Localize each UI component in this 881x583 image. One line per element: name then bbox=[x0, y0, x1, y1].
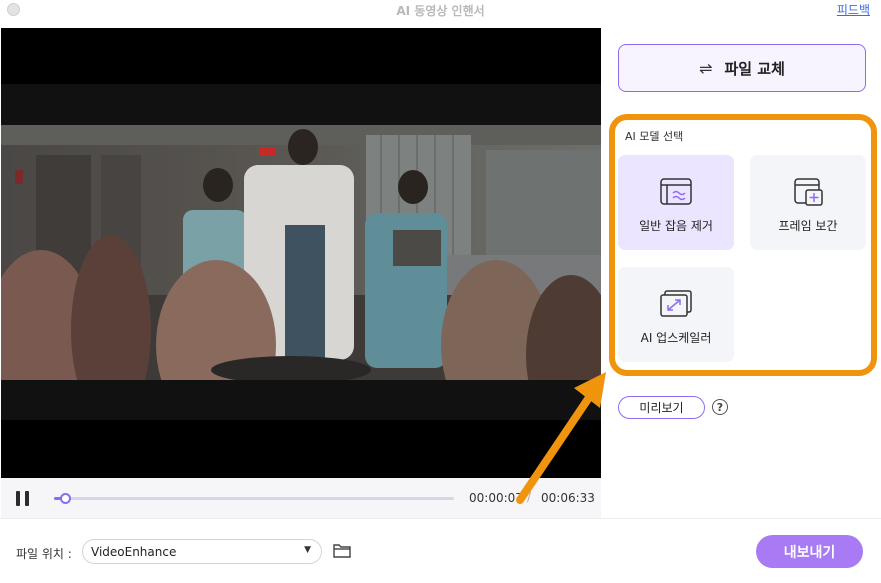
model-card-label: 프레임 보간 bbox=[778, 219, 838, 233]
upscale-icon bbox=[660, 290, 692, 317]
model-card-label: AI 업스케일러 bbox=[640, 331, 712, 345]
folder-icon[interactable] bbox=[333, 543, 351, 558]
file-location-value: VideoEnhance bbox=[91, 545, 177, 559]
letterbox-top bbox=[1, 84, 601, 125]
video-viewport[interactable] bbox=[1, 28, 601, 478]
feedback-link[interactable]: 피드백 bbox=[837, 1, 870, 18]
playback-controls: 00:00:07 / 00:06:33 bbox=[1, 478, 601, 518]
total-time: 00:06:33 bbox=[541, 491, 595, 505]
ai-model-section: AI 모델 선택 일반 잡음 제거 프레임 보간 AI 업스케일러 bbox=[609, 114, 877, 376]
model-card-denoise[interactable]: 일반 잡음 제거 bbox=[618, 155, 734, 250]
file-location-label: 파일 위치 : bbox=[16, 547, 72, 561]
model-card-frame-interpolation[interactable]: 프레임 보간 bbox=[750, 155, 866, 250]
replace-file-button[interactable]: ⇌ 파일 교체 bbox=[618, 44, 866, 92]
pause-button[interactable] bbox=[15, 491, 31, 506]
preview-button[interactable]: 미리보기 bbox=[618, 396, 705, 419]
title-bar: AI 동영상 인핸서 피드백 bbox=[0, 0, 881, 20]
ai-model-section-title: AI 모델 선택 bbox=[625, 130, 684, 143]
model-card-label: 일반 잡음 제거 bbox=[639, 219, 713, 233]
swap-icon: ⇌ bbox=[699, 58, 713, 78]
chevron-down-icon: ▼ bbox=[304, 545, 311, 555]
denoise-icon bbox=[660, 178, 692, 205]
seek-bar-handle[interactable] bbox=[60, 493, 72, 504]
model-card-upscaler[interactable]: AI 업스케일러 bbox=[618, 267, 734, 362]
video-frame bbox=[1, 125, 601, 380]
replace-file-label: 파일 교체 bbox=[724, 59, 785, 78]
side-panel: ⇌ 파일 교체 AI 모델 선택 일반 잡음 제거 프레임 보간 AI 업스케일… bbox=[602, 28, 881, 518]
file-location-select[interactable]: VideoEnhance ▼ bbox=[82, 539, 322, 564]
export-button[interactable]: 내보내기 bbox=[756, 535, 863, 568]
video-player: 00:00:07 / 00:06:33 bbox=[1, 28, 601, 518]
letterbox-bottom bbox=[1, 380, 601, 420]
pause-icon bbox=[16, 491, 20, 506]
seek-bar[interactable] bbox=[54, 493, 454, 504]
current-time: 00:00:07 bbox=[469, 491, 523, 505]
footer-bar: 파일 위치 : VideoEnhance ▼ 내보내기 bbox=[0, 518, 881, 583]
help-icon[interactable]: ? bbox=[712, 399, 728, 415]
window-title: AI 동영상 인핸서 bbox=[396, 4, 485, 18]
time-separator: / bbox=[527, 490, 532, 504]
frame-interpolation-icon bbox=[794, 178, 823, 206]
